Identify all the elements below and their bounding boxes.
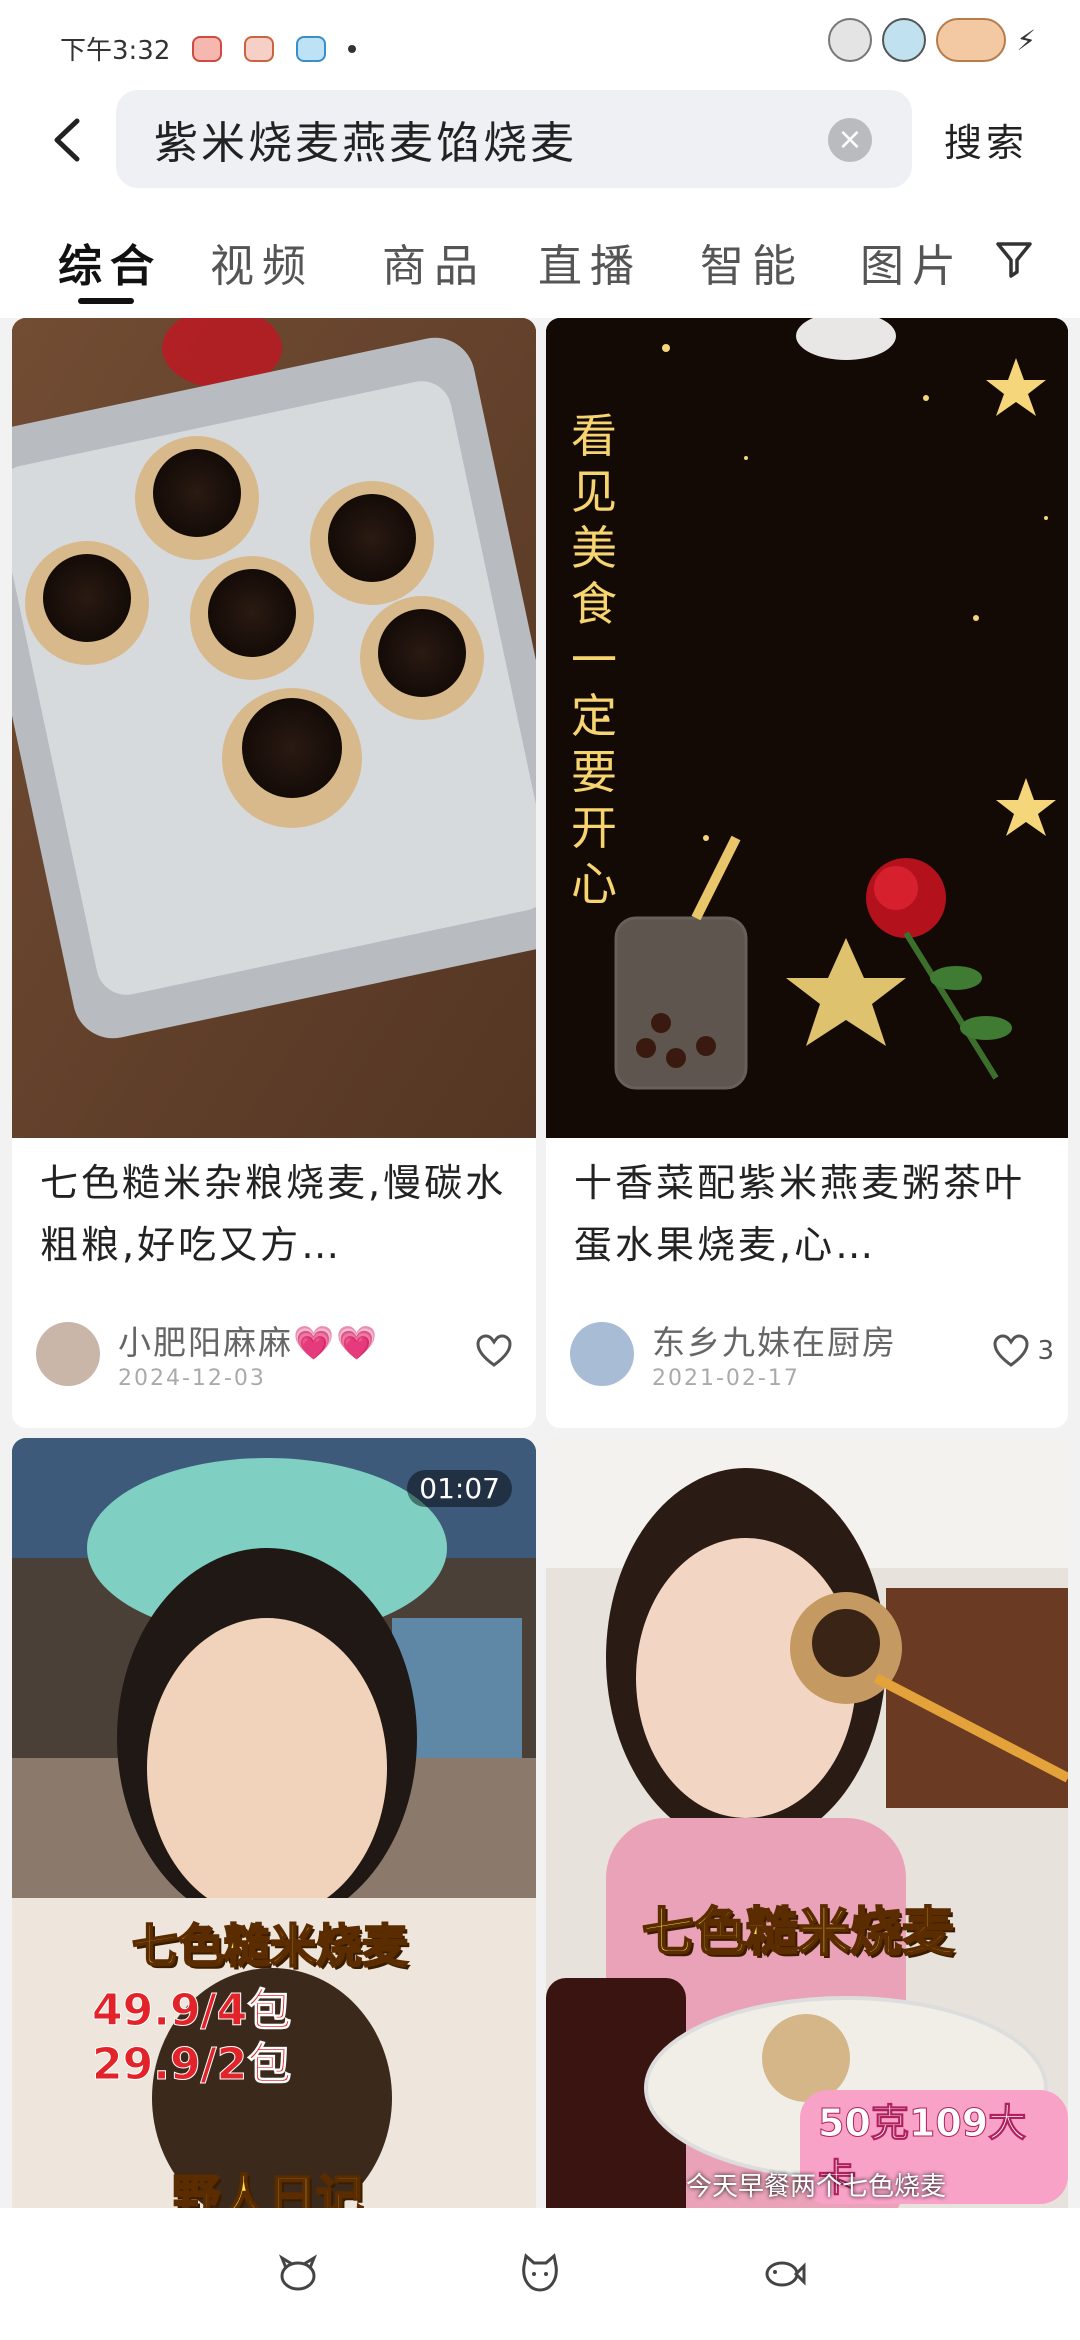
avatar <box>36 1322 100 1386</box>
overlay-bottom-text: 野人日记 <box>171 2169 365 2208</box>
like-button[interactable]: 3 <box>993 1334 1054 1368</box>
card-image-woman-shumai-1: 01:07 七色糙米烧麦 49.9/4包 29.9/2包 野人日记 <box>12 1438 536 2208</box>
card-title: 十香菜配紫米燕麦粥茶叶蛋水果烧麦,心… <box>574 1161 1026 1267</box>
card-image-stars: 看见美食一定要开心 <box>546 318 1068 1138</box>
card-image-shumai-tray <box>12 318 536 1138</box>
card-meta: 小肥阳麻麻💗💗 2024-12-03 <box>36 1316 526 1396</box>
note-card[interactable]: 看见美食一定要开心 十香菜配紫米燕麦粥茶叶蛋水果烧麦,心… 东乡九妹在厨房 20… <box>546 318 1068 1428</box>
overlay-title: 七色糙米烧麦 <box>641 1902 955 1964</box>
note-card[interactable]: 01:07 七色糙米烧麦 49.9/4包 29.9/2包 野人日记 <box>12 1438 536 2208</box>
search-button[interactable]: 搜索 <box>944 112 1028 167</box>
back-arrow-icon <box>54 118 80 162</box>
search-bar-row: 紫米烧麦燕麦馅烧麦 × 搜索 <box>0 90 1080 200</box>
battery-fish-icon <box>936 18 1007 62</box>
shumai-tray-illustration <box>12 318 536 1138</box>
author-name: 小肥阳麻麻💗💗 <box>118 1323 380 1362</box>
tab-images[interactable]: 图片 <box>860 230 964 294</box>
search-tabs: 综合 视频 商品 直播 智能 图片 <box>0 200 1080 318</box>
notification-fox-icon <box>244 35 275 62</box>
tab-goods[interactable]: 商品 <box>382 230 486 294</box>
avatar <box>570 1322 634 1386</box>
status-time: 下午3:32 <box>60 36 171 66</box>
bottom-navigation <box>0 2208 1080 2340</box>
like-count: 3 <box>1037 1336 1054 1366</box>
nav-fish-icon[interactable] <box>762 2252 806 2296</box>
notification-pig-icon <box>192 35 223 62</box>
clear-button[interactable]: × <box>828 118 872 162</box>
tab-video[interactable]: 视频 <box>210 230 314 294</box>
like-button[interactable] <box>476 1334 520 1368</box>
overlay-title: 七色糙米烧麦 <box>131 1918 409 1974</box>
post-date: 2024-12-03 <box>118 1366 266 1391</box>
video-caption: 今天早餐两个七色烧麦 <box>686 2172 947 2202</box>
status-dot-icon <box>348 44 357 53</box>
post-date: 2021-02-17 <box>652 1366 800 1391</box>
nav-home-icon[interactable] <box>276 2252 320 2296</box>
price-line-2: 29.9/2包 <box>91 2039 292 2091</box>
status-bar: 下午3:32 ⚡ <box>0 0 1080 90</box>
author-name: 东乡九妹在厨房 <box>652 1323 897 1362</box>
heart-icon <box>993 1334 1029 1367</box>
card-image-woman-shumai-2: 七色糙米烧麦 50克109大卡 今天早餐两个七色烧麦 <box>546 1438 1068 2208</box>
overlay-vertical-text: 看见美食一定要开心 <box>571 409 617 911</box>
note-card[interactable]: 七色糙米杂粮烧麦,慢碳水粗粮,好吃又方… 小肥阳麻麻💗💗 2024-12-03 <box>12 318 536 1428</box>
video-duration: 01:07 <box>407 1470 512 1507</box>
search-input[interactable]: 紫米烧麦燕麦馅烧麦 × <box>116 90 912 188</box>
note-card[interactable]: 七色糙米烧麦 50克109大卡 今天早餐两个七色烧麦 <box>546 1438 1068 2208</box>
tab-comprehensive[interactable]: 综合 <box>58 230 162 294</box>
video-thumbnail-illustration <box>12 1438 536 2208</box>
signal-cat-icon <box>882 18 927 62</box>
results-feed: 七色糙米杂粮烧麦,慢碳水粗粮,好吃又方… 小肥阳麻麻💗💗 2024-12-03 <box>0 318 1080 2208</box>
battery-cat-icon <box>828 18 873 62</box>
active-tab-indicator <box>78 298 134 304</box>
search-query-text: 紫米烧麦燕麦馅烧麦 <box>154 118 577 169</box>
heart-icon <box>476 1334 512 1367</box>
status-right: ⚡ <box>828 18 1036 62</box>
notification-bird-icon <box>296 35 327 62</box>
filter-icon[interactable] <box>992 236 1036 280</box>
charging-icon: ⚡ <box>1016 23 1036 57</box>
card-meta: 东乡九妹在厨房 2021-02-17 3 <box>570 1316 1060 1396</box>
tab-live[interactable]: 直播 <box>538 230 642 294</box>
clear-icon: × <box>837 122 863 157</box>
nav-cat-icon[interactable] <box>518 2252 562 2296</box>
back-button[interactable] <box>38 112 94 168</box>
status-left: 下午3:32 <box>60 30 357 67</box>
tab-smart[interactable]: 智能 <box>700 230 804 294</box>
card-title: 七色糙米杂粮烧麦,慢碳水粗粮,好吃又方… <box>40 1161 507 1267</box>
starry-background-illustration <box>546 318 1068 1138</box>
